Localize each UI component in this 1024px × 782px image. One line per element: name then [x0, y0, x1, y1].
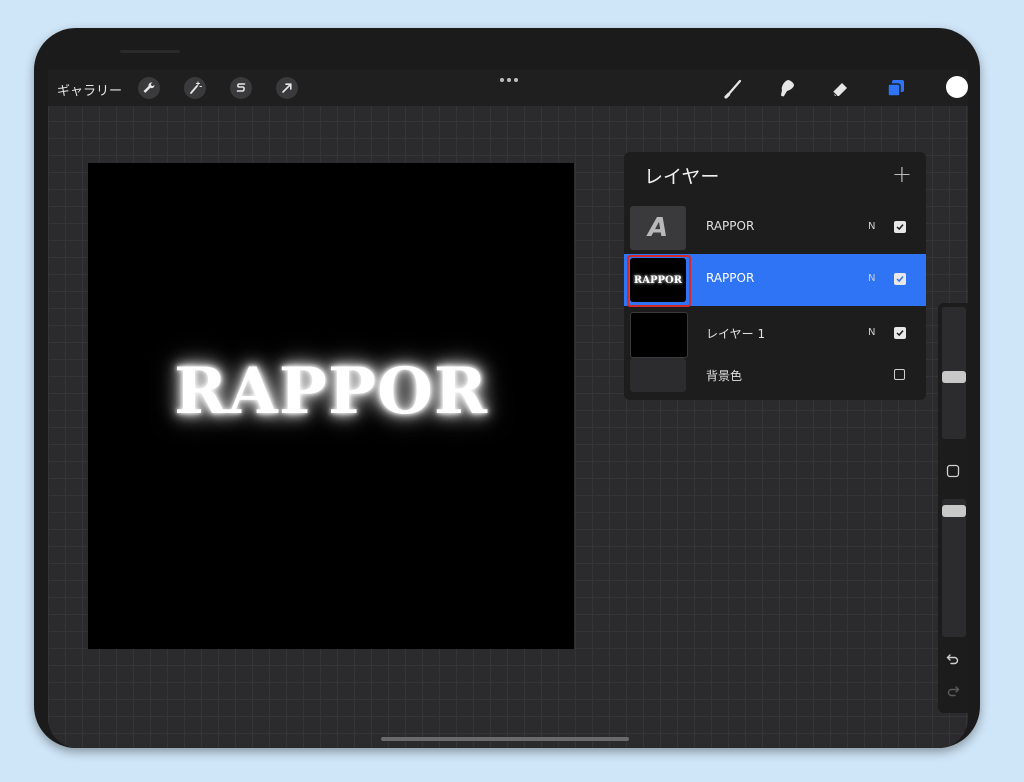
ipad-device: ギャラリー RAPPOR レイヤー + A RAPPOR N RAPPOR RA… — [34, 28, 980, 748]
layer-row-background[interactable]: 背景色 — [624, 356, 926, 396]
magic-wand-icon[interactable] — [184, 77, 206, 99]
blend-mode-button[interactable]: N — [868, 273, 875, 284]
brush-size-slider[interactable] — [942, 307, 966, 439]
visibility-checkbox[interactable] — [894, 327, 906, 339]
layer-name: RAPPOR — [706, 271, 755, 285]
home-indicator — [381, 737, 629, 741]
visibility-checkbox[interactable] — [894, 369, 905, 380]
layers-icon[interactable] — [884, 76, 908, 100]
visibility-checkbox[interactable] — [894, 273, 906, 285]
layer-name: レイヤー 1 — [706, 327, 766, 341]
camera-bar — [120, 50, 180, 53]
blend-mode-button[interactable]: N — [868, 221, 875, 232]
brush-size-thumb[interactable] — [942, 371, 966, 383]
layer-row[interactable]: A RAPPOR N — [624, 202, 926, 254]
transform-arrow-icon[interactable] — [276, 77, 298, 99]
blend-mode-button[interactable]: N — [868, 327, 875, 338]
opacity-thumb[interactable] — [942, 505, 966, 517]
more-options-dots[interactable] — [500, 78, 518, 82]
highlight-annotation-box — [627, 255, 691, 307]
redo-icon[interactable] — [945, 683, 961, 699]
brush-icon[interactable] — [722, 76, 746, 100]
layer-row[interactable]: レイヤー 1 N — [624, 308, 926, 360]
opacity-slider[interactable] — [942, 499, 966, 637]
add-layer-button[interactable]: + — [892, 160, 912, 188]
eraser-icon[interactable] — [828, 76, 852, 100]
canvas-text-rappor: RAPPOR — [173, 353, 489, 429]
modify-square-button[interactable] — [945, 463, 961, 479]
visibility-checkbox[interactable] — [894, 221, 906, 233]
gallery-button[interactable]: ギャラリー — [57, 80, 122, 99]
layers-panel-title: レイヤー — [644, 166, 720, 188]
layer-name: 背景色 — [706, 369, 743, 383]
side-toolbar — [938, 303, 968, 713]
background-color-thumbnail — [630, 358, 686, 392]
layer-name: RAPPOR — [706, 219, 755, 233]
undo-icon[interactable] — [945, 651, 961, 667]
selection-icon[interactable] — [230, 77, 252, 99]
top-toolbar: ギャラリー — [48, 70, 968, 106]
color-swatch-button[interactable] — [946, 76, 968, 98]
smudge-icon[interactable] — [774, 76, 798, 100]
drawing-canvas[interactable]: RAPPOR — [88, 163, 574, 649]
text-layer-thumbnail: A — [630, 206, 686, 250]
layers-panel: レイヤー + A RAPPOR N RAPPOR RAPPOR N レイヤー 1… — [624, 152, 926, 400]
wrench-icon[interactable] — [138, 77, 160, 99]
procreate-screen: ギャラリー RAPPOR レイヤー + A RAPPOR N RAPPOR RA… — [48, 70, 968, 748]
layer-row-selected[interactable]: RAPPOR RAPPOR N — [624, 254, 926, 307]
layer-thumbnail — [630, 312, 688, 358]
text-layer-icon: A — [647, 213, 669, 243]
